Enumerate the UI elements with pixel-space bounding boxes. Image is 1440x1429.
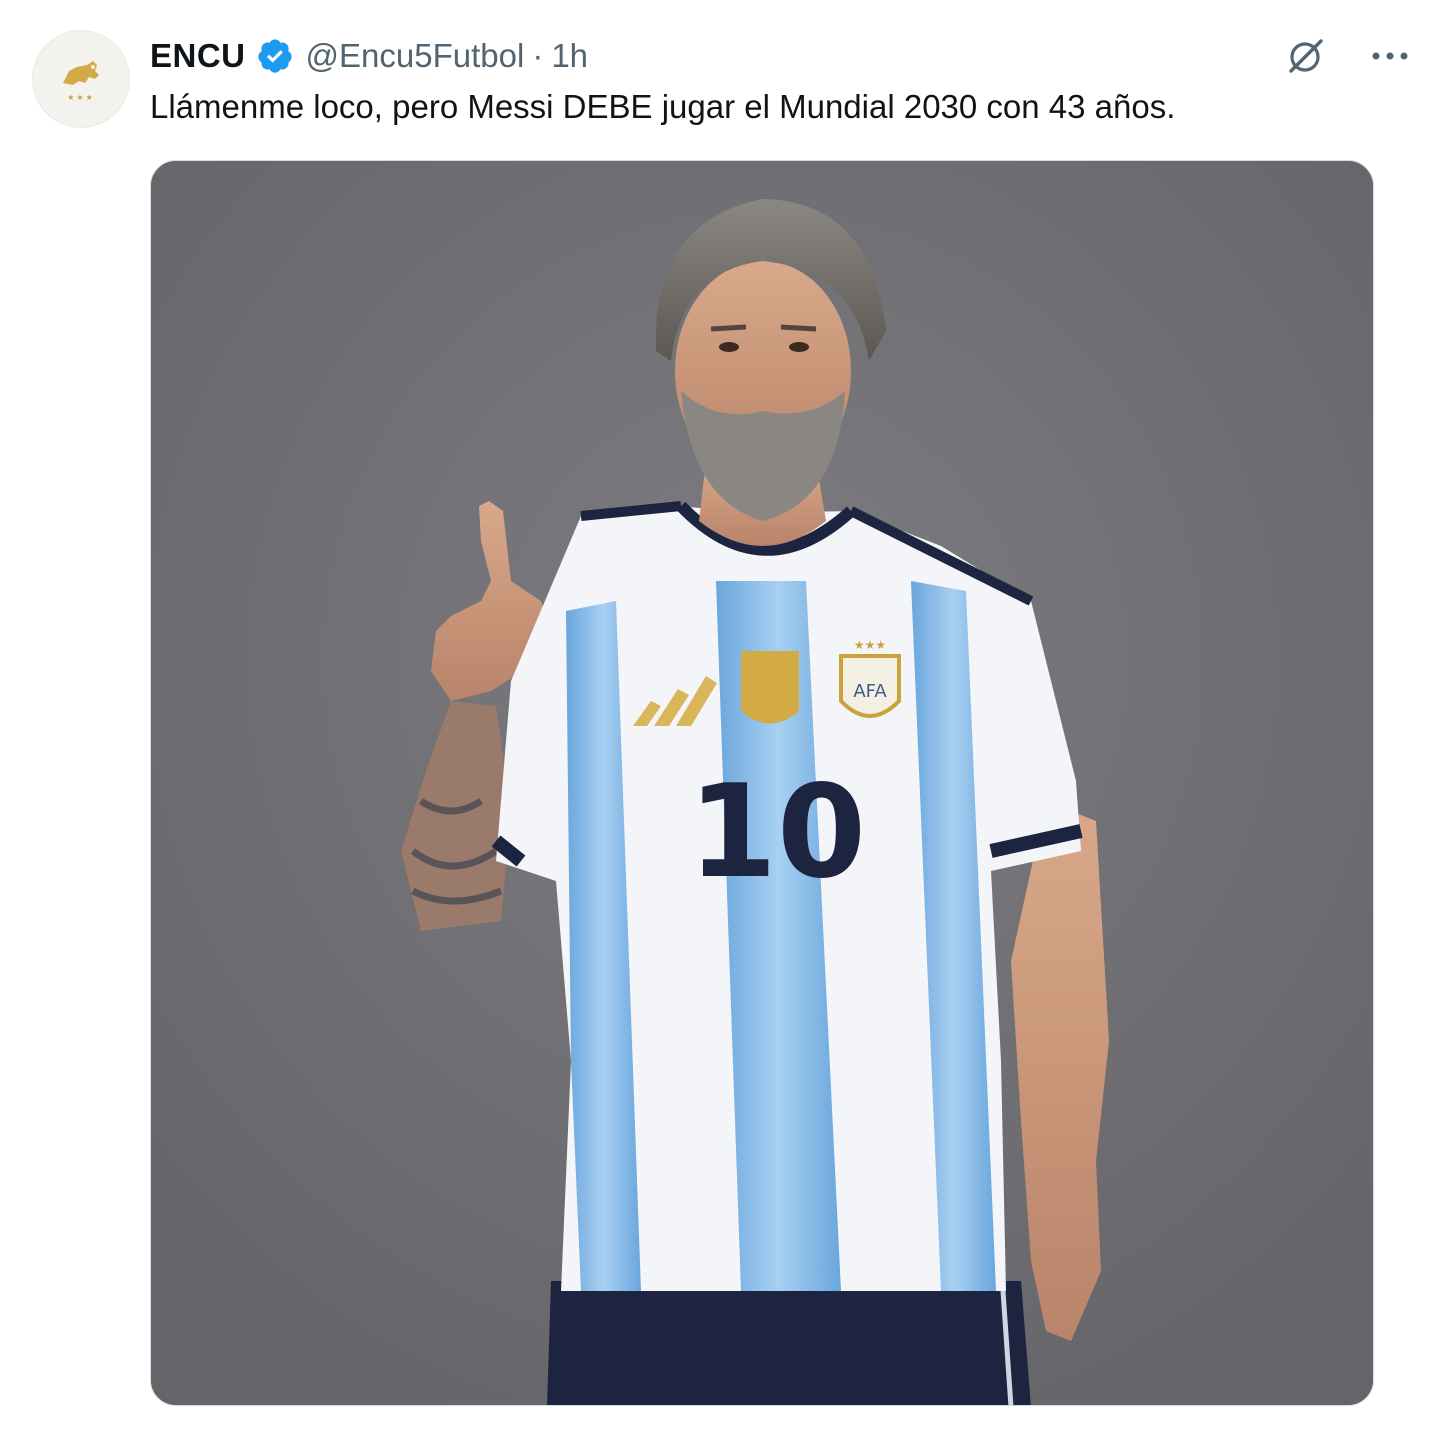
avatar[interactable]: ★★★	[32, 30, 130, 128]
more-options-icon	[1372, 52, 1408, 60]
grok-icon	[1289, 39, 1323, 73]
verified-badge-icon	[257, 39, 292, 73]
more-options-button[interactable]	[1368, 34, 1412, 78]
tweet-text: Llámenme loco, pero Messi DEBE jugar el …	[150, 88, 1176, 125]
svg-text:AFA: AFA	[853, 681, 887, 702]
champion-badge	[741, 651, 799, 724]
tweet-actions	[1284, 34, 1412, 78]
player-photo: AFA ★★★ 10	[151, 161, 1373, 1405]
tweet-media-photo[interactable]: AFA ★★★ 10	[150, 160, 1374, 1406]
user-handle[interactable]: @Encu5Futbol	[306, 37, 525, 75]
separator-dot: ·	[532, 37, 544, 74]
display-name[interactable]: ENCU	[150, 37, 246, 75]
tweet-card: ★★★ ENCU @Encu5Futbol · 1h Llámenme loco…	[0, 0, 1440, 1429]
svg-text:★★★: ★★★	[854, 638, 886, 652]
avatar-stars-icon: ★★★	[67, 92, 95, 102]
lion-logo-icon	[63, 60, 99, 85]
timestamp[interactable]: 1h	[551, 37, 588, 75]
grok-button[interactable]	[1284, 34, 1328, 78]
shirt-number: 10	[688, 758, 866, 907]
tweet-header: ENCU @Encu5Futbol · 1h	[150, 34, 588, 78]
shorts	[547, 1281, 1031, 1405]
